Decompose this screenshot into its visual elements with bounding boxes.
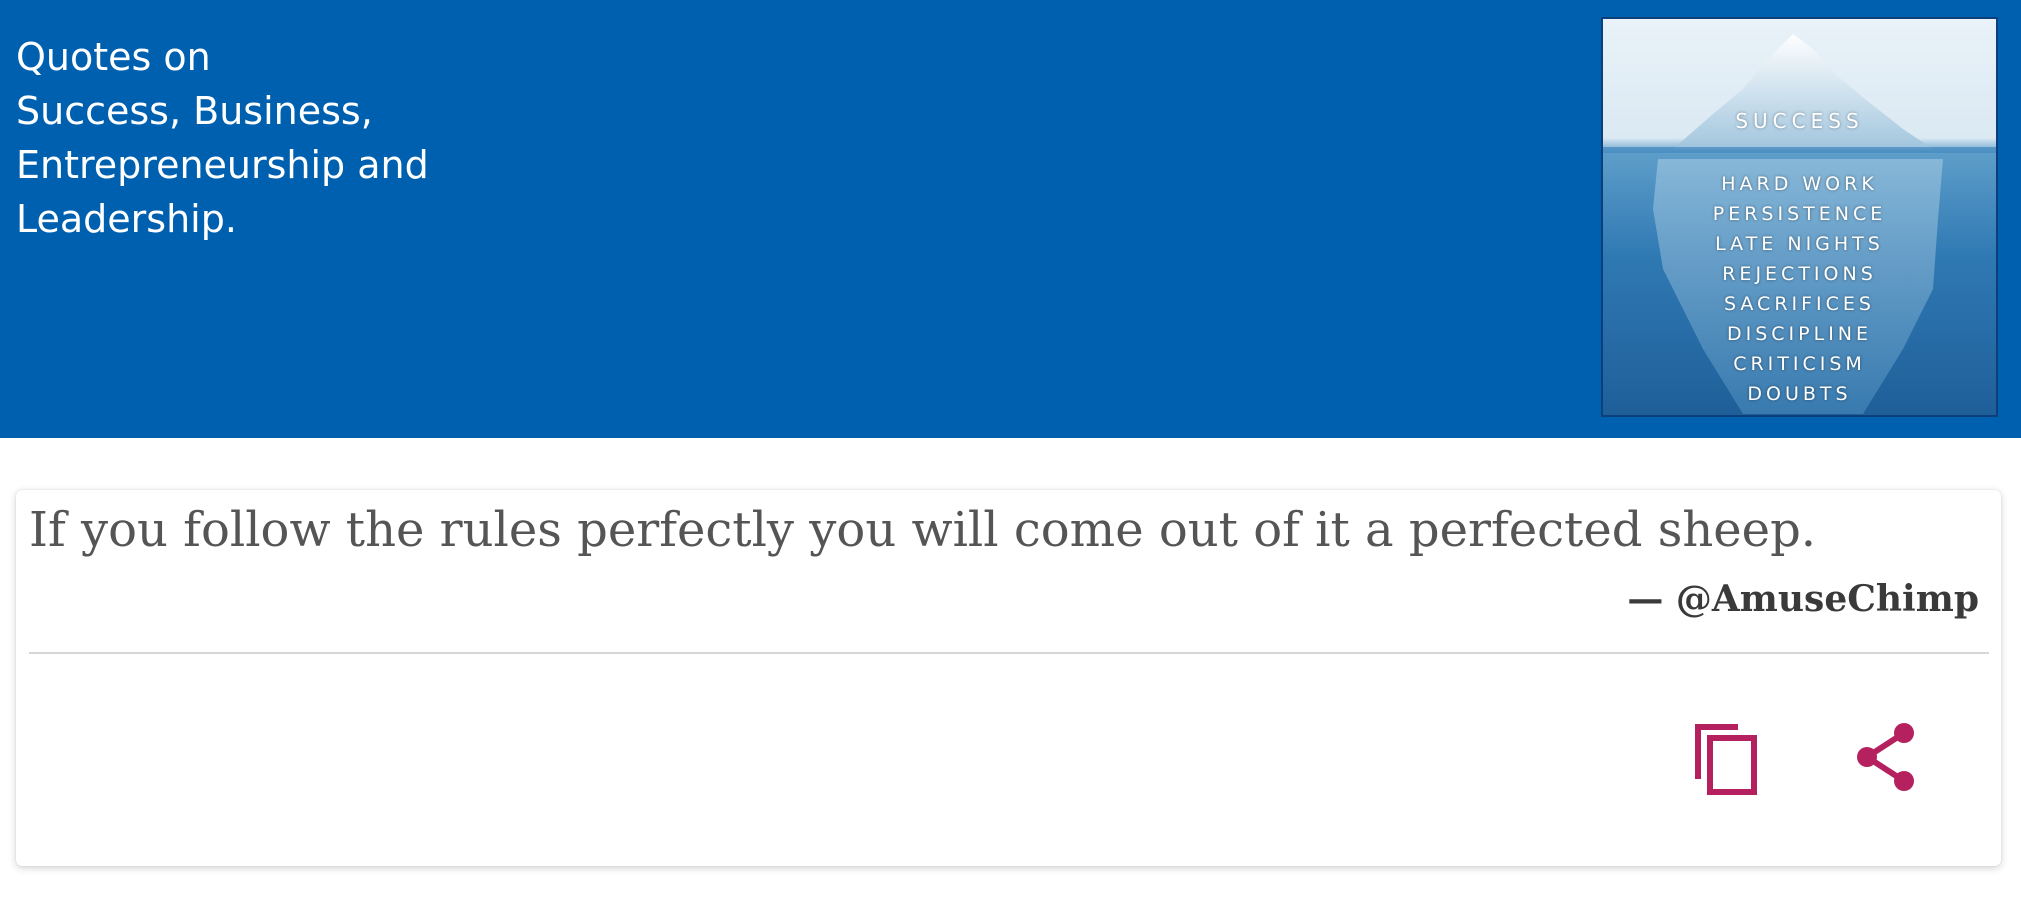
- copy-button[interactable]: [1683, 714, 1773, 804]
- header-title: Quotes on Success, Business, Entrepreneu…: [16, 30, 516, 246]
- quote-author: — @AmuseChimp: [1627, 578, 1979, 620]
- poster-item: CRITICISM: [1733, 353, 1866, 375]
- quote-card: If you follow the rules perfectly you wi…: [16, 490, 2001, 866]
- poster-item: DOUBTS: [1747, 383, 1852, 405]
- poster-item: LATE NIGHTS: [1715, 233, 1884, 255]
- poster-item: SACRIFICES: [1723, 293, 1875, 315]
- poster-item: HARD WORK: [1721, 173, 1878, 195]
- share-icon: [1857, 723, 1914, 791]
- poster-text: SUCCESS HARD WORK PERSISTENCE LATE NIGHT…: [1603, 19, 1996, 415]
- poster-heading: SUCCESS: [1735, 109, 1864, 133]
- header-title-line: Quotes on: [16, 35, 211, 79]
- success-iceberg-image: SUCCESS HARD WORK PERSISTENCE LATE NIGHT…: [1601, 17, 1998, 417]
- poster-list: HARD WORK PERSISTENCE LATE NIGHTS REJECT…: [1603, 169, 1996, 409]
- copy-icon: [1695, 724, 1757, 795]
- share-button[interactable]: [1843, 712, 1933, 802]
- header-title-line: Entrepreneurship and: [16, 143, 429, 187]
- header-title-line: Success, Business,: [16, 89, 373, 133]
- poster-item: PERSISTENCE: [1712, 203, 1887, 225]
- quote-text: If you follow the rules perfectly you wi…: [29, 502, 1817, 558]
- poster-item: DISCIPLINE: [1726, 323, 1873, 345]
- app-header: Quotes on Success, Business, Entrepreneu…: [0, 0, 2021, 438]
- header-title-line: Leadership.: [16, 197, 237, 241]
- card-divider: [29, 652, 1989, 654]
- poster-item: REJECTIONS: [1722, 263, 1877, 285]
